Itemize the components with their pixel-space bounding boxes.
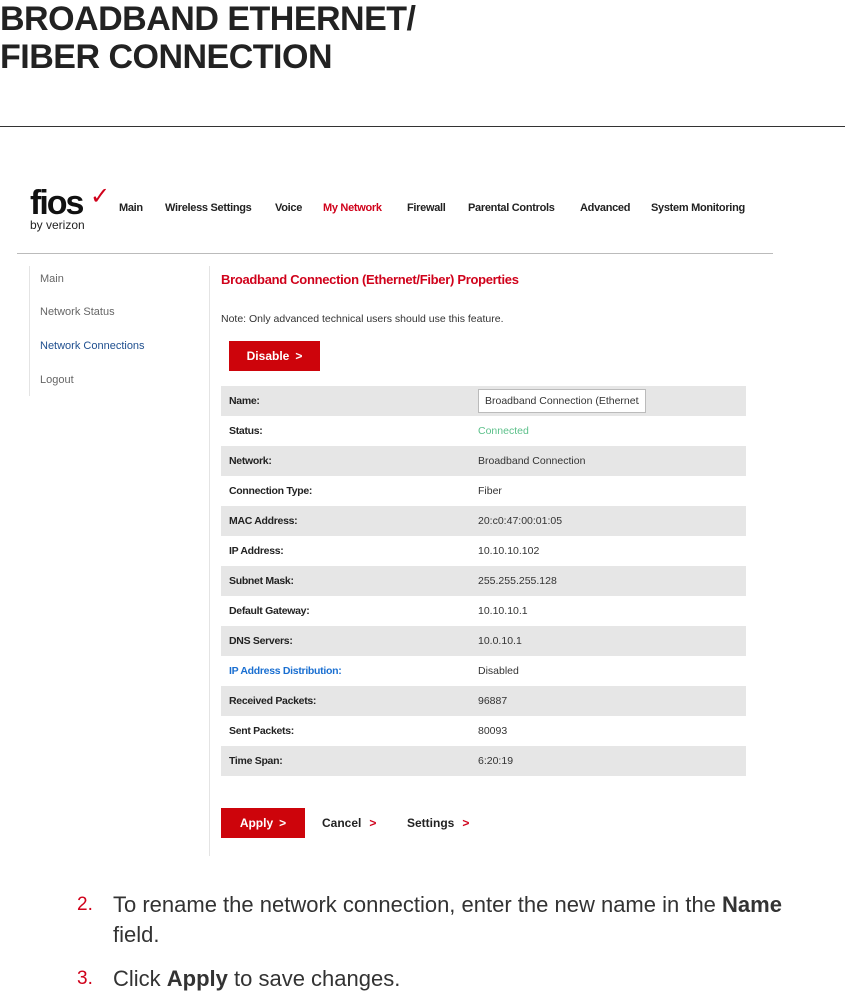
disable-button[interactable]: Disable >	[229, 341, 320, 371]
nav-system-monitoring[interactable]: System Monitoring	[651, 202, 745, 214]
name-input[interactable]	[478, 389, 646, 413]
sidebar-item-network-status[interactable]: Network Status	[40, 306, 115, 318]
table-row: Sent Packets: 80093	[229, 725, 508, 737]
step-3: 3. Click Apply to save changes.	[77, 966, 401, 991]
table-row: Network: Broadband Connection	[221, 446, 746, 476]
table-row: Time Span: 6:20:19	[221, 746, 746, 776]
note-text: Note: Only advanced technical users shou…	[221, 313, 504, 325]
nav-parental-controls[interactable]: Parental Controls	[468, 202, 555, 214]
status-value: Connected	[478, 425, 529, 437]
sidebar-item-logout[interactable]: Logout	[40, 374, 74, 386]
table-row: MAC Address: 20:c0:47:00:01:05	[221, 506, 746, 536]
step-2: 2. To rename the network connection, ente…	[77, 892, 782, 947]
fios-logo[interactable]: fios ✓ by verizon	[30, 183, 110, 232]
table-row: Connection Type: Fiber	[229, 485, 502, 497]
nav-firewall[interactable]: Firewall	[407, 202, 446, 214]
sidebar-item-network-connections[interactable]: Network Connections	[40, 340, 145, 352]
nav-my-network[interactable]: My Network	[323, 202, 382, 214]
content-border	[209, 266, 210, 856]
table-row: DNS Servers: 10.0.10.1	[221, 626, 746, 656]
divider	[0, 126, 845, 127]
table-row: Subnet Mask: 255.255.255.128	[221, 566, 746, 596]
sidebar-item-main[interactable]: Main	[40, 273, 64, 285]
nav-wireless-settings[interactable]: Wireless Settings	[165, 202, 252, 214]
cancel-link[interactable]: Cancel >	[322, 816, 376, 830]
table-row: IP Address Distribution: Disabled	[221, 656, 746, 686]
properties-table: Name: Status:Connected Network:Broadband…	[221, 386, 746, 776]
chevron-right-icon: >	[295, 349, 303, 363]
chevron-right-icon: >	[369, 816, 377, 830]
table-row: IP Address: 10.10.10.102	[229, 545, 540, 557]
nav-main[interactable]: Main	[119, 202, 143, 214]
ip-distribution-link[interactable]: IP Address Distribution:	[221, 665, 478, 677]
chevron-right-icon: >	[462, 816, 470, 830]
table-row: Status: Connected	[229, 425, 529, 437]
chevron-right-icon: >	[279, 816, 287, 830]
nav-advanced[interactable]: Advanced	[580, 202, 630, 214]
apply-button[interactable]: Apply >	[221, 808, 305, 838]
table-row: Received Packets: 96887	[221, 686, 746, 716]
properties-title: Broadband Connection (Ethernet/Fiber) Pr…	[221, 272, 519, 287]
settings-link[interactable]: Settings >	[407, 816, 469, 830]
header-divider	[17, 253, 773, 254]
table-row: Name:	[221, 386, 746, 416]
page-heading: BROADBAND ETHERNET/FIBER CONNECTION	[0, 0, 416, 76]
checkmark-icon: ✓	[90, 183, 111, 210]
table-row: Default Gateway: 10.10.10.1	[229, 605, 528, 617]
nav-voice[interactable]: Voice	[275, 202, 302, 214]
sidebar-border	[29, 266, 30, 396]
